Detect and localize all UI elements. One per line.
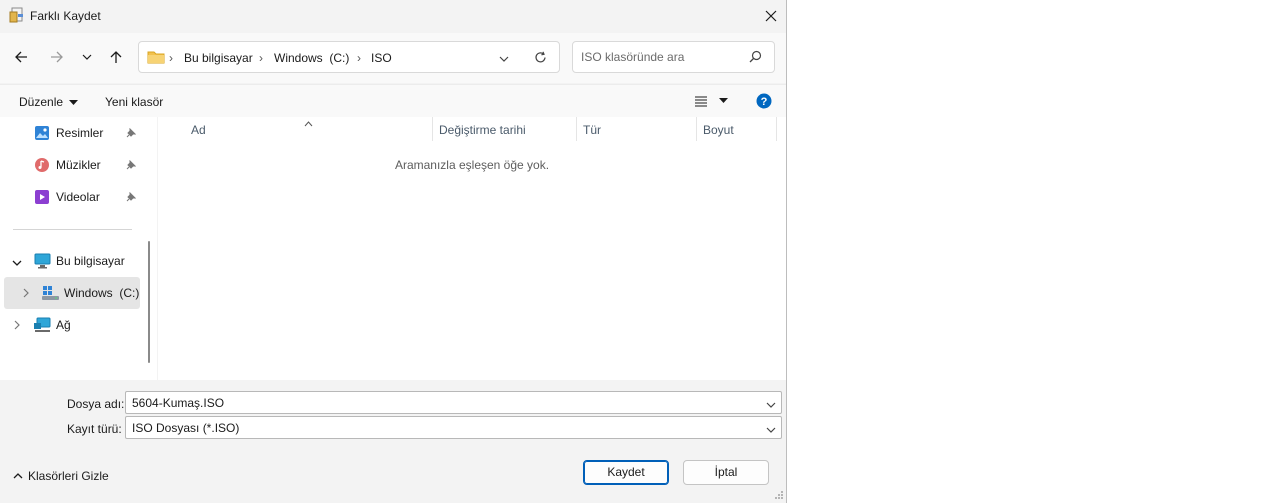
sidebar-item-windows-drive[interactable]: Windows (C:) — [4, 277, 140, 309]
pin-icon — [126, 191, 137, 205]
arrow-right-icon — [51, 51, 63, 63]
search-box[interactable] — [572, 41, 775, 73]
search-input[interactable] — [579, 49, 743, 65]
file-type-label: Kayıt türü: — [67, 422, 122, 436]
forward-button[interactable] — [44, 43, 70, 71]
column-header-name[interactable]: Ad — [191, 123, 206, 137]
expand-chevron-right-icon[interactable] — [22, 287, 30, 301]
cancel-button[interactable]: İptal — [683, 460, 769, 485]
sidebar-item-label: Ağ — [56, 318, 71, 332]
column-divider[interactable] — [696, 117, 697, 141]
chevron-down-icon — [82, 54, 92, 60]
column-header-type[interactable]: Tür — [583, 123, 601, 137]
navigation-pane: Resimler Müzikler Videolar Bu bilgisayar… — [0, 117, 157, 380]
svg-text:?: ? — [761, 96, 768, 108]
window-title: Farklı Kaydet — [30, 9, 101, 23]
arrow-left-icon — [15, 51, 27, 63]
file-type-value: ISO Dosyası (*.ISO) — [132, 421, 240, 435]
arrow-up-icon — [110, 51, 122, 63]
breadcrumb-drive[interactable]: Windows (C:) — [274, 51, 349, 65]
sort-ascending-icon — [304, 116, 313, 130]
back-button[interactable] — [8, 43, 34, 71]
organize-menu-button[interactable]: Düzenle — [19, 95, 79, 109]
hide-folders-label: Klasörleri Gizle — [28, 469, 109, 483]
recent-locations-button[interactable] — [74, 43, 100, 71]
sidebar-item-label: Bu bilgisayar — [56, 254, 125, 268]
sidebar-scrollbar[interactable] — [148, 241, 150, 363]
address-dropdown-icon[interactable] — [499, 53, 509, 67]
sidebar-item-label: Resimler — [56, 126, 104, 140]
sidebar-item-network[interactable]: Ağ — [0, 309, 140, 341]
music-icon — [34, 157, 50, 176]
videos-icon — [34, 189, 50, 208]
sidebar-divider — [13, 229, 132, 230]
folder-icon — [147, 50, 165, 67]
sidebar-item-label: Müzikler — [56, 158, 101, 172]
sidebar-item-pictures[interactable]: Resimler — [0, 117, 140, 149]
app-icon — [9, 7, 25, 23]
breadcrumb-separator: › — [357, 51, 361, 65]
network-icon — [34, 317, 51, 336]
save-as-dialog: Farklı Kaydet › Bu bilgisayar › Windows … — [0, 0, 787, 503]
computer-icon — [34, 253, 51, 272]
sidebar-item-this-pc[interactable]: Bu bilgisayar — [0, 245, 140, 277]
chevron-down-icon[interactable] — [766, 398, 776, 412]
caret-down-icon — [719, 98, 729, 103]
title-bar: Farklı Kaydet — [0, 0, 786, 32]
view-options-button[interactable] — [694, 95, 729, 110]
navigation-bar: › Bu bilgisayar › Windows (C:) › ISO — [0, 33, 786, 83]
chevron-down-icon[interactable] — [766, 423, 776, 437]
caret-down-icon — [69, 99, 79, 105]
column-divider[interactable] — [432, 117, 433, 141]
breadcrumb-iso[interactable]: ISO — [371, 51, 392, 65]
column-divider[interactable] — [576, 117, 577, 141]
organize-label: Düzenle — [19, 95, 64, 109]
search-icon[interactable] — [749, 50, 762, 66]
expand-chevron-right-icon[interactable] — [13, 319, 21, 333]
sidebar-item-label: Windows (C:) — [64, 286, 140, 300]
save-button[interactable]: Kaydet — [583, 460, 669, 485]
sidebar-item-music[interactable]: Müzikler — [0, 149, 140, 181]
chevron-up-icon — [13, 473, 23, 479]
pictures-icon — [34, 125, 50, 144]
column-divider[interactable] — [776, 117, 777, 141]
pin-icon — [126, 159, 137, 173]
filename-label: Dosya adı: — [67, 397, 125, 411]
save-form: Dosya adı: 5604-Kumaş.ISO Kayıt türü: IS… — [0, 381, 786, 503]
drive-icon — [42, 285, 60, 304]
filename-value: 5604-Kumaş.ISO — [132, 396, 225, 410]
breadcrumb-separator: › — [169, 51, 173, 65]
resize-grip-icon[interactable] — [774, 489, 784, 503]
file-type-select[interactable]: ISO Dosyası (*.ISO) — [125, 416, 782, 439]
hide-folders-button[interactable]: Klasörleri Gizle — [13, 469, 109, 483]
expand-chevron-down-icon[interactable] — [12, 256, 22, 270]
list-view-icon — [695, 96, 707, 107]
command-bar: Düzenle Yeni klasör ? — [0, 84, 786, 117]
filename-input[interactable]: 5604-Kumaş.ISO — [125, 391, 782, 414]
refresh-icon[interactable] — [534, 51, 547, 67]
new-folder-button[interactable]: Yeni klasör — [105, 95, 163, 109]
sidebar-item-videos[interactable]: Videolar — [0, 181, 140, 213]
sidebar-item-label: Videolar — [56, 190, 100, 204]
close-icon — [765, 10, 777, 22]
address-bar[interactable]: › Bu bilgisayar › Windows (C:) › ISO — [138, 41, 560, 73]
help-button[interactable]: ? — [756, 93, 772, 112]
pin-icon — [126, 127, 137, 141]
file-list: Ad Değiştirme tarihi Tür Boyut Aramanızl… — [158, 117, 786, 380]
help-icon: ? — [756, 93, 772, 109]
close-button[interactable] — [756, 2, 786, 30]
empty-results-message: Aramanızla eşleşen öğe yok. — [394, 158, 550, 172]
up-button[interactable] — [103, 43, 129, 71]
breadcrumb-separator: › — [259, 51, 263, 65]
breadcrumb-this-pc[interactable]: Bu bilgisayar — [184, 51, 253, 65]
column-header-size[interactable]: Boyut — [703, 123, 734, 137]
column-header-date-modified[interactable]: Değiştirme tarihi — [439, 123, 526, 137]
